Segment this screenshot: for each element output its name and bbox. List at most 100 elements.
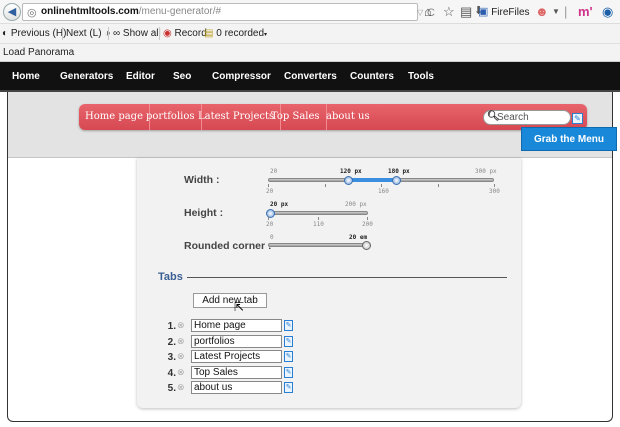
record-icon: ◉ bbox=[163, 28, 172, 39]
remove-tab-icon[interactable]: ⊗ bbox=[177, 367, 185, 378]
demo-search-input[interactable]: 🔍︎ Search bbox=[483, 110, 571, 125]
toolbar-divider bbox=[62, 27, 63, 40]
chevron-down-icon[interactable]: ▼ bbox=[552, 7, 560, 16]
remove-tab-icon[interactable]: ⊗ bbox=[177, 382, 185, 393]
width-max-label: 300 px bbox=[475, 168, 497, 175]
nav-editor[interactable]: Editor bbox=[126, 71, 155, 82]
width-tick-label: 160 bbox=[378, 188, 389, 195]
url-text: onlinehtmltools.com/menu-generator/# bbox=[41, 6, 221, 17]
home-icon[interactable]: ⌂ bbox=[424, 4, 432, 19]
m-addon-icon[interactable]: m' bbox=[578, 4, 593, 19]
edit-tab-icon[interactable]: ✎ bbox=[284, 367, 293, 378]
nav-tools[interactable]: Tools bbox=[408, 71, 434, 82]
nav-compressor[interactable]: Compressor bbox=[212, 71, 271, 82]
tab-name-input[interactable]: about us bbox=[191, 381, 282, 394]
tick bbox=[381, 184, 382, 187]
clipboard-icon[interactable]: ▤ bbox=[460, 4, 472, 20]
tick bbox=[494, 184, 495, 187]
tick bbox=[268, 217, 269, 220]
site-nav: Home Generators Editor Seo Compressor Co… bbox=[0, 62, 620, 92]
edit-tab-icon[interactable]: ✎ bbox=[284, 382, 293, 393]
corner-handle[interactable] bbox=[362, 241, 371, 250]
bookmarks-bar: Load Panorama bbox=[0, 44, 620, 62]
tab-name-input[interactable]: portfolios bbox=[191, 335, 282, 348]
demo-menu: Home page portfolios Latest Projects Top… bbox=[79, 104, 587, 130]
nav-generators[interactable]: Generators bbox=[60, 71, 113, 82]
next-label: Next (L) bbox=[66, 28, 102, 39]
address-bar[interactable]: ◎ onlinehtmltools.com/menu-generator/# ▽… bbox=[22, 3, 435, 21]
height-tick-label: 200 bbox=[362, 221, 373, 228]
tab-name-input[interactable]: Latest Projects bbox=[191, 350, 282, 363]
record-button[interactable]: ◉ Record bbox=[163, 28, 207, 39]
star-icon[interactable]: ☆ bbox=[443, 4, 455, 20]
corner-min-label: 0 bbox=[270, 234, 274, 241]
search-placeholder: Search bbox=[497, 112, 529, 123]
remove-tab-icon[interactable]: ⊗ bbox=[177, 336, 185, 347]
tab-row-number: 1. bbox=[167, 321, 176, 332]
edit-tab-icon[interactable]: ✎ bbox=[284, 320, 293, 331]
tick bbox=[438, 184, 439, 187]
height-tick-label: 20 bbox=[266, 221, 274, 228]
nav-seo[interactable]: Seo bbox=[173, 71, 191, 82]
nav-converters[interactable]: Converters bbox=[284, 71, 337, 82]
tab-row-number: 5. bbox=[167, 383, 176, 394]
height-max-label: 200 px bbox=[345, 201, 367, 208]
width-label: Width : bbox=[184, 174, 220, 186]
next-button[interactable]: Next (L) ◑ bbox=[66, 28, 110, 39]
grab-menu-code-button[interactable]: Grab the Menu Code bbox=[521, 127, 617, 169]
browser-url-row: ◀ ◎ onlinehtmltools.com/menu-generator/#… bbox=[0, 0, 620, 24]
toolbar-divider bbox=[108, 27, 109, 40]
nav-home[interactable]: Home bbox=[12, 71, 40, 82]
firefiles-icon: ▣ bbox=[478, 6, 489, 18]
previous-button[interactable]: ◐ Previous (H) bbox=[2, 28, 66, 39]
divider-icon: | bbox=[564, 4, 568, 19]
height-label: Height : bbox=[184, 207, 224, 219]
previous-label: Previous (H) bbox=[10, 28, 67, 39]
height-slider[interactable] bbox=[268, 211, 368, 215]
recorded-icon: ▤ bbox=[204, 28, 214, 39]
corner-slider[interactable] bbox=[268, 243, 368, 247]
bookmark-load-panorama[interactable]: Load Panorama bbox=[3, 47, 74, 58]
tab-name-input[interactable]: Home page bbox=[191, 319, 282, 332]
url-dropdown-icon[interactable]: ▽ bbox=[417, 8, 423, 17]
corner-value: 20 em bbox=[349, 234, 368, 241]
add-new-tab-button[interactable]: Add new tab bbox=[193, 293, 267, 308]
demo-tab[interactable]: Top Sales bbox=[265, 104, 327, 130]
avatar-icon[interactable]: ☻ bbox=[535, 4, 549, 19]
tick bbox=[325, 184, 326, 187]
tabs-divider bbox=[187, 277, 507, 278]
demo-tab[interactable]: about us bbox=[320, 104, 376, 130]
edit-tab-icon[interactable]: ✎ bbox=[284, 351, 293, 362]
recorded-label: 0 recorded bbox=[216, 28, 265, 39]
width-min-label: 20 bbox=[270, 168, 278, 175]
previous-icon: ◐ bbox=[2, 28, 9, 39]
firefiles-button[interactable]: ▣ FireFiles bbox=[478, 5, 530, 18]
tabs-legend: Tabs bbox=[158, 271, 183, 283]
addon-icon[interactable]: ◉ bbox=[602, 4, 613, 20]
record-label: Record bbox=[174, 28, 207, 39]
url-domain: onlinehtmltools.com bbox=[41, 6, 139, 17]
nav-counters[interactable]: Counters bbox=[350, 71, 394, 82]
show-all-button[interactable]: ∞ Show all bbox=[113, 28, 161, 39]
edit-tab-icon[interactable]: ✎ bbox=[284, 336, 293, 347]
tick bbox=[367, 217, 368, 220]
addon-toolbar: ◐ Previous (H) Next (L) ◑ ∞ Show all ◉ R… bbox=[0, 24, 620, 44]
remove-tab-icon[interactable]: ⊗ bbox=[177, 320, 185, 331]
recorded-dropdown[interactable]: ▤ 0 recorded▾ bbox=[204, 28, 267, 39]
tab-row-number: 2. bbox=[167, 337, 176, 348]
chevron-down-icon: ▾ bbox=[264, 32, 268, 38]
url-path: /menu-generator/# bbox=[138, 6, 222, 17]
tab-name-input[interactable]: Top Sales bbox=[191, 366, 282, 379]
height-tick-label: 110 bbox=[313, 221, 324, 228]
back-arrow-icon[interactable]: ◀ bbox=[3, 3, 21, 21]
width-tick-label: 300 bbox=[489, 188, 500, 195]
width-slider-range bbox=[348, 178, 398, 182]
rounded-corner-label: Rounded corner : bbox=[184, 240, 272, 252]
remove-tab-icon[interactable]: ⊗ bbox=[177, 351, 185, 362]
mouse-cursor-icon: ⇱ bbox=[234, 300, 245, 314]
edit-icon[interactable]: ✎ bbox=[572, 113, 583, 124]
height-value: 20 px bbox=[270, 201, 289, 208]
infinity-icon: ∞ bbox=[113, 28, 121, 39]
tab-row-number: 4. bbox=[167, 368, 176, 379]
width-low-handle[interactable] bbox=[343, 176, 353, 185]
